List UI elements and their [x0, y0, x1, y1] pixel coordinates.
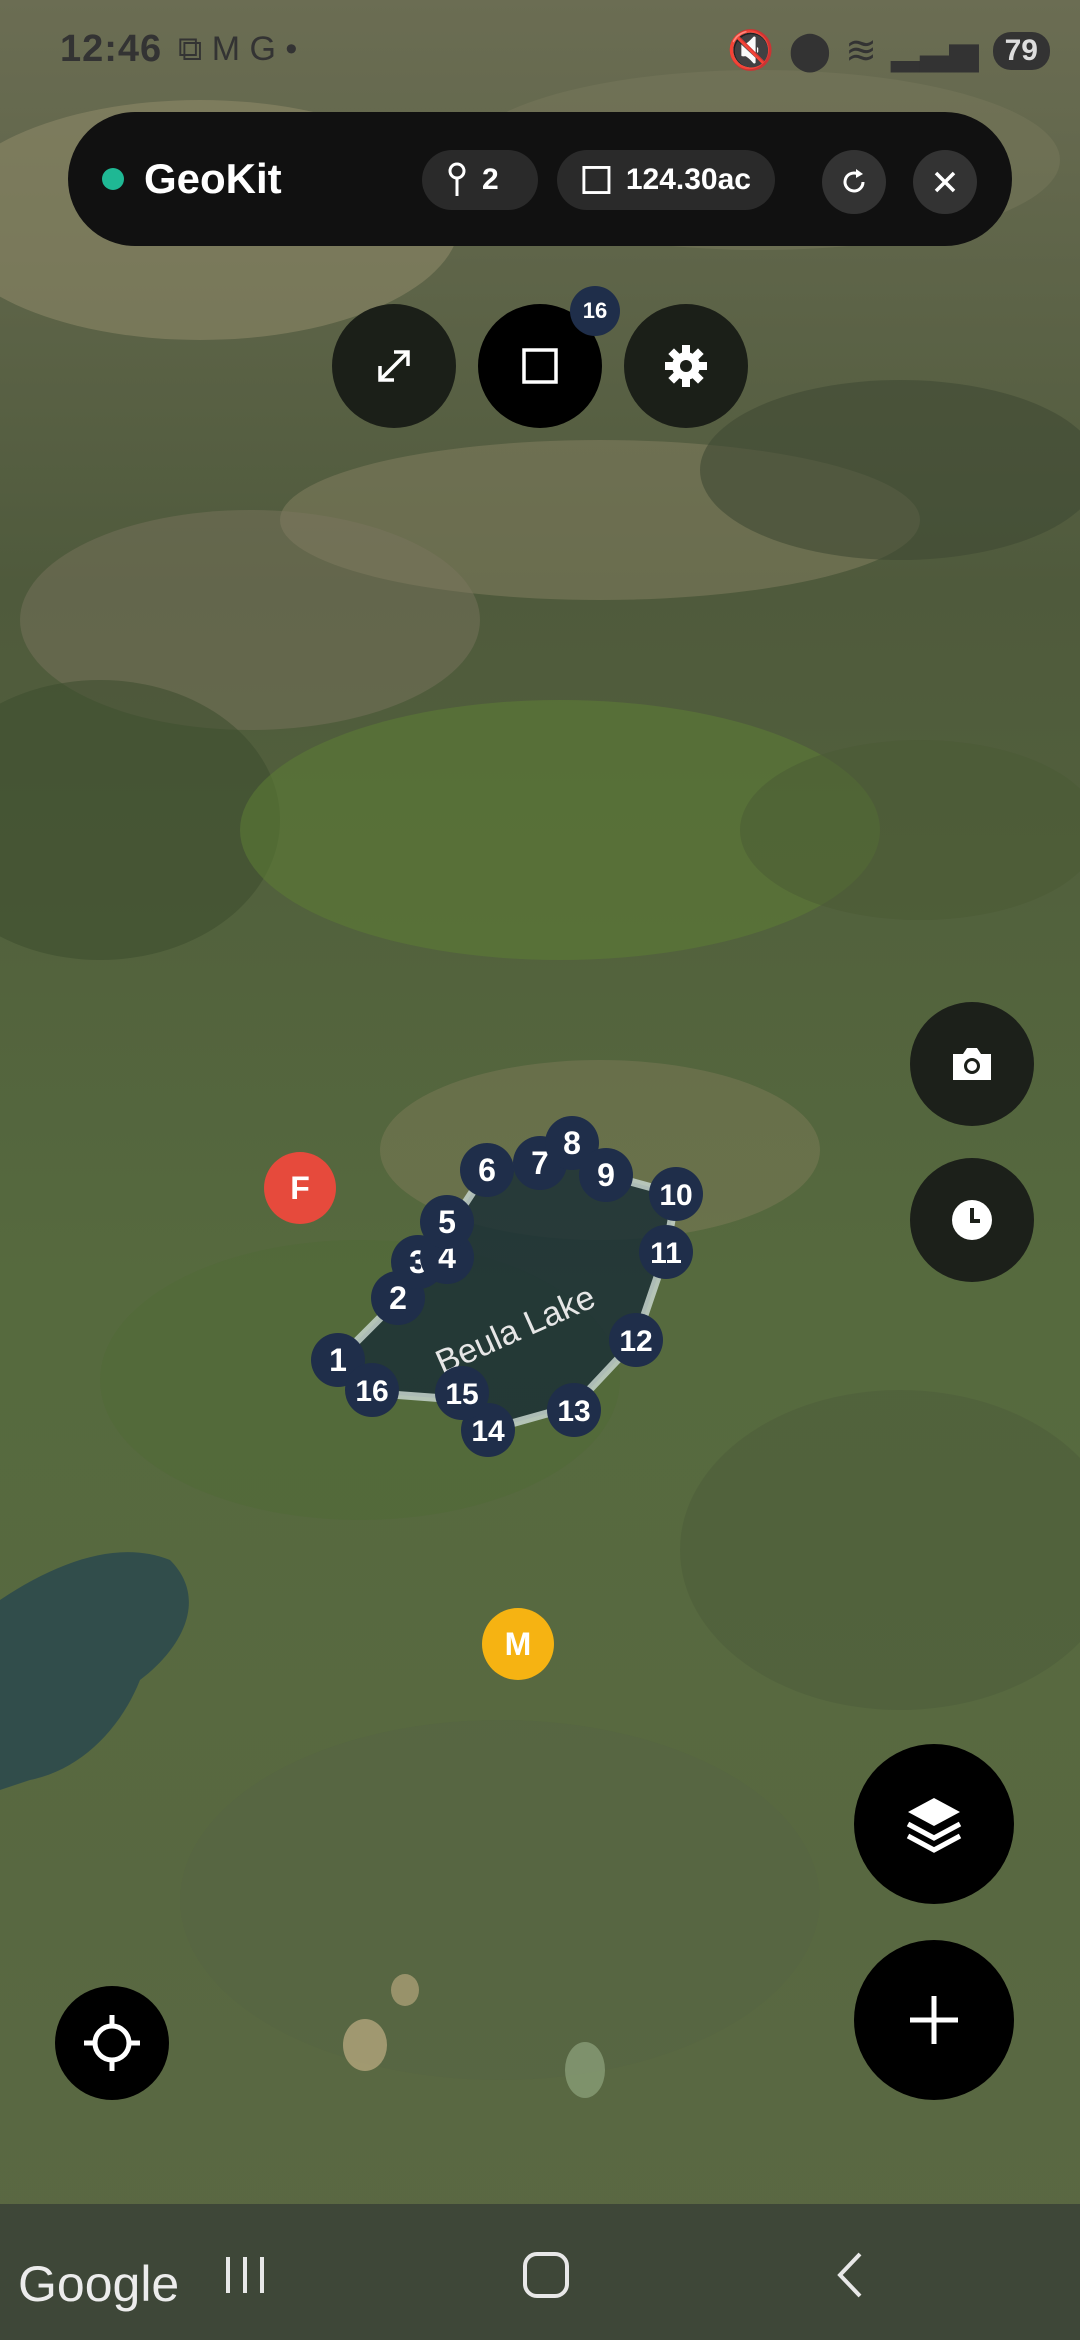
gear-icon — [665, 345, 707, 387]
system-icons: 🔇 ⬤ ≋ ▂▃▅ 79 — [727, 28, 1050, 73]
refresh-icon — [843, 169, 865, 193]
layers-button[interactable] — [854, 1744, 1014, 1904]
marker-m[interactable]: M — [482, 1608, 554, 1680]
vertex-marker-16[interactable]: 16 — [345, 1363, 399, 1417]
pin-icon — [448, 162, 466, 196]
google-logo: Google — [18, 2256, 180, 2312]
points-count-pill[interactable]: 2 — [422, 150, 538, 210]
vertex-marker-5[interactable]: 5 — [420, 1195, 474, 1249]
vertex-marker-12[interactable]: 12 — [609, 1313, 663, 1367]
area-value: 124.30ac — [625, 163, 751, 196]
back-icon — [837, 2252, 862, 2298]
vertex-marker-6[interactable]: 6 — [460, 1143, 514, 1197]
expand-icon — [378, 350, 410, 382]
status-bar: 12:46 ⧉ M G • 🔇 ⬤ ≋ ▂▃▅ 79 — [0, 0, 1080, 100]
vertex-marker-9[interactable]: 9 — [579, 1148, 633, 1202]
vertex-label: 6 — [478, 1152, 496, 1188]
marker-f[interactable]: F — [264, 1152, 336, 1224]
plus-icon — [910, 1996, 958, 2044]
close-button[interactable] — [913, 150, 977, 214]
google-icon: G — [249, 30, 276, 68]
dot-icon: • — [285, 30, 298, 68]
vertex-label: 12 — [619, 1325, 652, 1358]
vertex-marker-10[interactable]: 10 — [649, 1167, 703, 1221]
mute-icon: 🔇 — [727, 29, 775, 72]
vertex-label: 11 — [650, 1237, 682, 1270]
vertex-label: 16 — [355, 1375, 388, 1408]
battery-indicator: 79 — [992, 31, 1050, 70]
top-app-bar: GeoKit 2 124.30ac — [68, 112, 1012, 246]
vertex-label: 10 — [659, 1179, 692, 1212]
vertex-marker-13[interactable]: 13 — [547, 1383, 601, 1437]
gmail-icon: M — [211, 30, 241, 68]
vertex-label: 14 — [471, 1415, 505, 1448]
location-icon: ⬤ — [788, 30, 832, 72]
area-pill[interactable]: 124.30ac — [557, 150, 775, 210]
square-icon — [582, 166, 611, 194]
back-button[interactable] — [800, 2240, 900, 2310]
my-location-button[interactable] — [55, 1986, 169, 2100]
recent-apps-icon — [226, 2257, 264, 2293]
home-icon — [523, 2252, 569, 2298]
vertex-label: 5 — [438, 1204, 456, 1240]
app-title: GeoKit — [144, 155, 282, 202]
signal-icon: ▂▃▅ — [890, 30, 979, 72]
close-icon — [934, 171, 956, 193]
vertex-count-badge: 16 — [570, 286, 620, 336]
vertex-label: 8 — [563, 1125, 581, 1161]
vertex-label: 9 — [597, 1157, 615, 1193]
recent-apps-button[interactable] — [195, 2240, 295, 2310]
vertex-label: 15 — [445, 1378, 478, 1411]
clock-icon — [952, 1200, 992, 1240]
fullscreen-button[interactable] — [332, 304, 456, 428]
screenshot-icon: ⧉ — [178, 30, 203, 68]
history-button[interactable] — [910, 1158, 1034, 1282]
vertex-label: 13 — [557, 1395, 590, 1428]
status-time: 12:46 — [60, 28, 163, 70]
refresh-button[interactable] — [822, 150, 886, 214]
settings-button[interactable] — [624, 304, 748, 428]
points-count: 2 — [482, 163, 499, 196]
notification-icons: ⧉ M G • — [178, 30, 297, 69]
layers-icon — [906, 1798, 962, 1853]
square-icon — [522, 348, 558, 384]
vertex-marker-11[interactable]: 11 — [639, 1225, 693, 1279]
add-button[interactable] — [854, 1940, 1014, 2100]
camera-button[interactable] — [910, 1002, 1034, 1126]
status-dot-icon — [102, 168, 124, 190]
vertex-label: 2 — [389, 1280, 407, 1316]
vertex-marker-15[interactable]: 15 — [435, 1366, 489, 1420]
home-button[interactable] — [496, 2240, 596, 2310]
crosshair-icon — [84, 2015, 140, 2071]
wifi-icon: ≋ — [845, 30, 877, 72]
camera-icon — [953, 1048, 991, 1080]
vertex-label: 1 — [329, 1342, 347, 1378]
